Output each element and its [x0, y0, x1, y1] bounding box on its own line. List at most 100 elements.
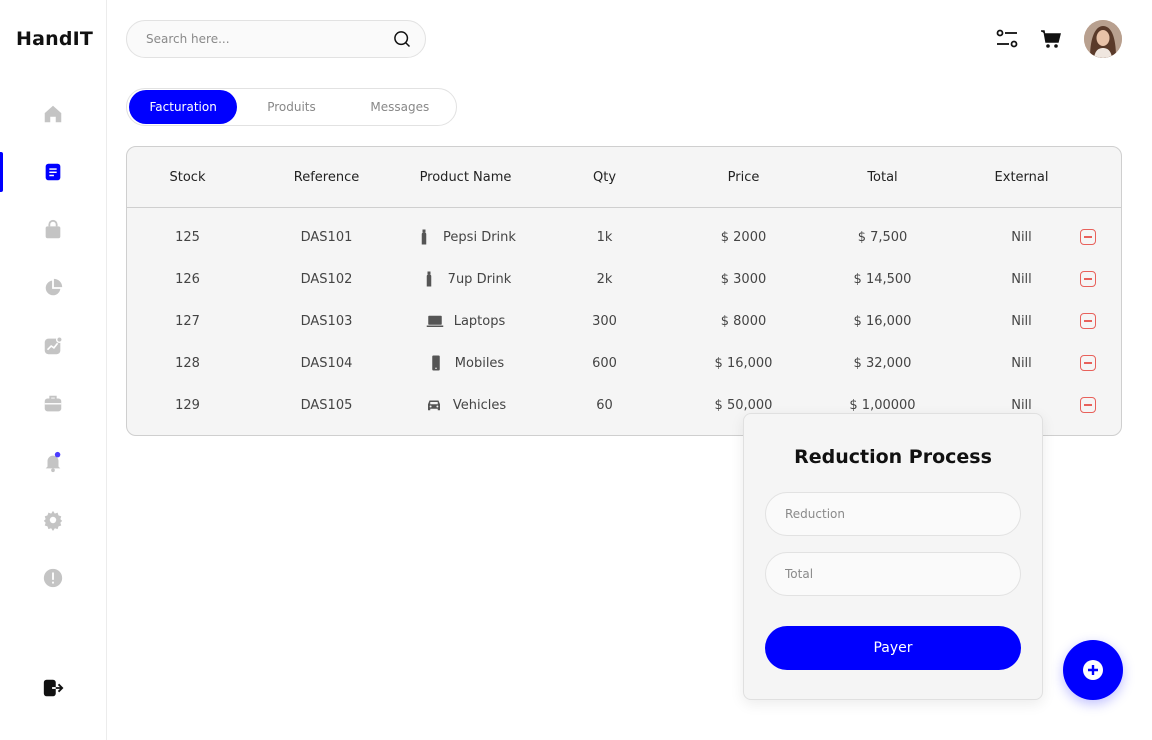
- remove-row-button[interactable]: [1080, 313, 1096, 329]
- pie-chart-icon: [45, 278, 63, 296]
- table-header: Stock Reference Product Name Qty Price T…: [127, 147, 1121, 208]
- app-logo: HandIT: [16, 28, 94, 50]
- cell-external: Nill: [1011, 355, 1032, 371]
- reduction-input[interactable]: [785, 507, 1001, 521]
- cell-stock: 128: [175, 355, 200, 371]
- reduction-panel: Reduction Process Payer: [743, 413, 1043, 700]
- cell-qty: 60: [596, 397, 613, 413]
- logout-button[interactable]: [0, 668, 106, 708]
- document-icon: [45, 163, 61, 181]
- tab-bar: Facturation Produits Messages: [126, 88, 457, 126]
- mobile-icon: [427, 354, 445, 372]
- cell-qty: 1k: [596, 229, 613, 245]
- total-field: [765, 552, 1021, 596]
- column-header-price: Price: [727, 170, 760, 185]
- add-button[interactable]: [1063, 640, 1123, 700]
- cell-product: Vehicles: [396, 384, 535, 426]
- sidebar-item-documents[interactable]: [0, 152, 106, 192]
- cart-icon: [1041, 30, 1061, 48]
- alert-icon: [43, 568, 63, 588]
- column-header-product: Product Name: [419, 170, 512, 185]
- cell-total: $ 16,000: [853, 313, 912, 329]
- cell-total: $ 7,500: [857, 229, 908, 245]
- cell-external: Nill: [1011, 313, 1032, 329]
- filter-button[interactable]: [988, 20, 1026, 58]
- search-input[interactable]: [146, 32, 391, 46]
- search-bar: [126, 20, 426, 58]
- product-name: Laptops: [453, 313, 506, 329]
- table-row: 126 DAS102 7up Drink 2k $ 3000 $ 14,500 Nill: [127, 258, 1121, 300]
- settings-icon: [43, 510, 63, 531]
- sidebar-item-home[interactable]: [0, 94, 106, 134]
- sidebar-item-portfolio[interactable]: [0, 384, 106, 424]
- car-icon: [425, 396, 443, 414]
- trend-chart-icon: [44, 336, 63, 355]
- remove-row-button[interactable]: [1080, 355, 1096, 371]
- products-table: Stock Reference Product Name Qty Price T…: [126, 146, 1122, 436]
- cell-stock: 125: [175, 229, 200, 245]
- cell-total: $ 32,000: [853, 355, 912, 371]
- remove-row-button[interactable]: [1080, 271, 1096, 287]
- cell-price: $ 3000: [720, 271, 767, 287]
- cell-price: $ 16,000: [714, 355, 773, 371]
- column-header-stock: Stock: [169, 170, 206, 185]
- column-header-total: Total: [867, 170, 898, 185]
- search-icon[interactable]: [391, 28, 413, 50]
- sidebar-item-notifications[interactable]: [0, 442, 106, 482]
- plus-circle-icon: [1083, 660, 1103, 680]
- cell-qty: 300: [592, 313, 617, 329]
- sidebar-item-help[interactable]: [0, 558, 106, 598]
- sidebar-item-settings[interactable]: [0, 500, 106, 540]
- cell-product: Pepsi Drink: [396, 216, 535, 258]
- home-icon: [44, 105, 62, 123]
- avatar[interactable]: [1084, 20, 1122, 58]
- cell-reference: DAS103: [300, 313, 353, 329]
- user-avatar-icon: [1084, 20, 1122, 58]
- cell-stock: 127: [175, 313, 200, 329]
- cell-reference: DAS102: [300, 271, 353, 287]
- column-header-reference: Reference: [293, 170, 360, 185]
- remove-row-button[interactable]: [1080, 229, 1096, 245]
- cell-external: Nill: [1011, 271, 1032, 287]
- table-row: 128 DAS104 Mobiles 600 $ 16,000 $ 32,000 Nill: [127, 342, 1121, 384]
- table-row: 125 DAS101 Pepsi Drink 1k $ 2000 $ 7,500 Nill: [127, 216, 1121, 258]
- total-input[interactable]: [785, 567, 1001, 581]
- table-row: 127 DAS103 Laptops 300 $ 8000 $ 16,000 Nill: [127, 300, 1121, 342]
- tab-facturation[interactable]: Facturation: [129, 90, 238, 124]
- sidebar-item-trends[interactable]: [0, 326, 106, 366]
- cell-reference: DAS104: [300, 355, 353, 371]
- cell-reference: DAS101: [300, 229, 353, 245]
- column-header-qty: Qty: [592, 170, 617, 185]
- cell-product: Mobiles: [396, 342, 535, 384]
- briefcase-icon: [44, 395, 62, 412]
- cell-reference: DAS105: [300, 397, 353, 413]
- cart-button[interactable]: [1032, 20, 1070, 58]
- sidebar-item-shop[interactable]: [0, 210, 106, 250]
- reduction-field: [765, 492, 1021, 536]
- product-name: Pepsi Drink: [443, 229, 516, 245]
- cell-external: Nill: [1011, 229, 1032, 245]
- header-actions: [982, 20, 1122, 58]
- column-header-external: External: [994, 170, 1049, 185]
- pay-button[interactable]: Payer: [765, 626, 1021, 670]
- logout-icon: [43, 679, 64, 697]
- bag-icon: [45, 219, 61, 239]
- cell-stock: 129: [175, 397, 200, 413]
- cell-product: Laptops: [396, 300, 535, 342]
- product-name: 7up Drink: [447, 271, 512, 287]
- remove-row-button[interactable]: [1080, 397, 1096, 413]
- tab-produits[interactable]: Produits: [237, 90, 345, 124]
- panel-title: Reduction Process: [794, 446, 992, 468]
- product-name: Mobiles: [454, 355, 505, 371]
- table-body: 125 DAS101 Pepsi Drink 1k $ 2000 $ 7,500 Nill 1…: [127, 208, 1121, 426]
- sidebar-item-analytics[interactable]: [0, 268, 106, 308]
- cell-price: $ 8000: [720, 313, 767, 329]
- cell-product: 7up Drink: [396, 258, 535, 300]
- tab-messages[interactable]: Messages: [346, 90, 454, 124]
- bottle-icon: [420, 270, 438, 288]
- laptop-icon: [426, 312, 444, 330]
- sidebar: HandIT: [0, 0, 107, 740]
- bottle-icon: [415, 228, 433, 246]
- product-name: Vehicles: [452, 397, 507, 413]
- filter-icon: [996, 29, 1018, 48]
